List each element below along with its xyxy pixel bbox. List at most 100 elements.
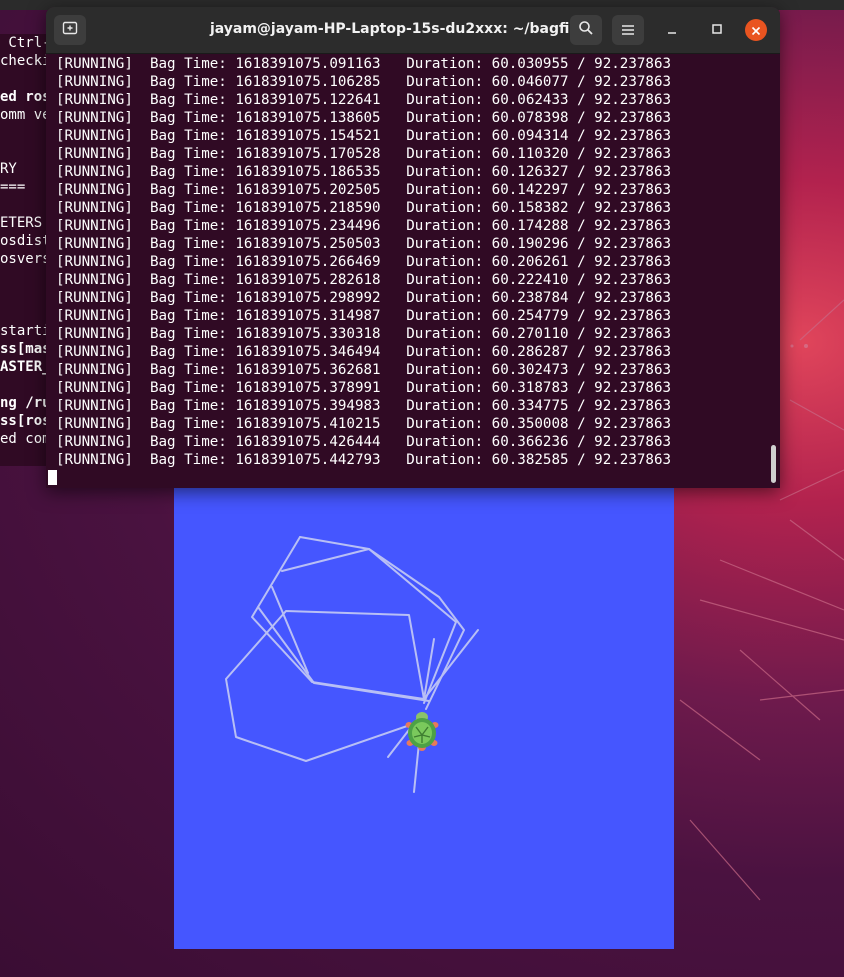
status-text: [RUNNING] <box>56 326 133 342</box>
duration-label: Duration: <box>406 110 484 126</box>
maximize-icon <box>711 23 723 39</box>
terminal-line: [RUNNING] Bag Time: 1618391075.442793 Du… <box>56 451 756 469</box>
duration-label: Duration: <box>406 200 484 216</box>
bag-time-value: 1618391075.266469 <box>235 254 381 270</box>
close-icon <box>751 21 761 40</box>
bag-time-label: Bag Time: <box>149 128 227 144</box>
bag-time-value: 1618391075.186535 <box>235 164 381 180</box>
duration-label: Duration: <box>406 254 484 270</box>
bag-time-value: 1618391075.282618 <box>235 272 381 288</box>
terminal-line: [RUNNING] Bag Time: 1618391075.234496 Du… <box>56 217 756 235</box>
terminal-line: [RUNNING] Bag Time: 1618391075.426444 Du… <box>56 433 756 451</box>
status-text: [RUNNING] <box>56 74 133 90</box>
bag-time-label: Bag Time: <box>149 164 227 180</box>
bag-time-label: Bag Time: <box>149 416 227 432</box>
new-tab-button[interactable] <box>54 15 86 45</box>
bag-time-label: Bag Time: <box>149 362 227 378</box>
status-text: [RUNNING] <box>56 398 133 414</box>
minimize-button[interactable] <box>661 20 683 42</box>
duration-value: 60.158382 / 92.237863 <box>491 200 672 216</box>
terminal-cursor <box>48 470 57 485</box>
bag-time-value: 1618391075.234496 <box>235 218 381 234</box>
bag-time-value: 1618391075.378991 <box>235 380 381 396</box>
duration-label: Duration: <box>406 434 484 450</box>
duration-label: Duration: <box>406 344 484 360</box>
bag-time-value: 1618391075.250503 <box>235 236 381 252</box>
bag-time-value: 1618391075.091163 <box>235 56 381 72</box>
duration-value: 60.238784 / 92.237863 <box>491 290 672 306</box>
duration-value: 60.030955 / 92.237863 <box>491 56 672 72</box>
duration-label: Duration: <box>406 56 484 72</box>
maximize-button[interactable] <box>706 20 728 42</box>
turtle-trajectory <box>225 536 479 793</box>
terminal-line: [RUNNING] Bag Time: 1618391075.362681 Du… <box>56 361 756 379</box>
bag-time-label: Bag Time: <box>149 218 227 234</box>
bag-time-value: 1618391075.426444 <box>235 434 381 450</box>
status-text: [RUNNING] <box>56 362 133 378</box>
duration-value: 60.174288 / 92.237863 <box>491 218 672 234</box>
terminal-line: [RUNNING] Bag Time: 1618391075.314987 Du… <box>56 307 756 325</box>
status-text: [RUNNING] <box>56 434 133 450</box>
duration-label: Duration: <box>406 164 484 180</box>
terminal-line: [RUNNING] Bag Time: 1618391075.378991 Du… <box>56 379 756 397</box>
terminal-titlebar[interactable]: jayam@jayam-HP-Laptop-15s-du2xxx: ~/bagf… <box>46 7 780 54</box>
status-text: [RUNNING] <box>56 128 133 144</box>
bag-time-label: Bag Time: <box>149 380 227 396</box>
menu-button[interactable] <box>612 15 644 45</box>
duration-label: Duration: <box>406 236 484 252</box>
terminal-line: [RUNNING] Bag Time: 1618391075.202505 Du… <box>56 181 756 199</box>
duration-value: 60.334775 / 92.237863 <box>491 398 672 414</box>
turtlesim-window[interactable] <box>174 487 674 949</box>
bag-time-value: 1618391075.122641 <box>235 92 381 108</box>
status-text: [RUNNING] <box>56 308 133 324</box>
status-text: [RUNNING] <box>56 344 133 360</box>
bag-time-label: Bag Time: <box>149 92 227 108</box>
window-title: jayam@jayam-HP-Laptop-15s-du2xxx: ~/bagf… <box>209 21 593 37</box>
bag-time-value: 1618391075.202505 <box>235 182 381 198</box>
duration-label: Duration: <box>406 290 484 306</box>
bag-time-label: Bag Time: <box>149 326 227 342</box>
status-text: [RUNNING] <box>56 56 133 72</box>
bag-time-value: 1618391075.138605 <box>235 110 381 126</box>
status-text: [RUNNING] <box>56 182 133 198</box>
duration-label: Duration: <box>406 128 484 144</box>
bag-time-value: 1618391075.218590 <box>235 200 381 216</box>
bag-time-value: 1618391075.314987 <box>235 308 381 324</box>
minimize-icon <box>666 23 678 39</box>
status-text: [RUNNING] <box>56 272 133 288</box>
terminal-output[interactable]: [RUNNING] Bag Time: 1618391075.091163 Du… <box>56 55 756 485</box>
duration-label: Duration: <box>406 326 484 342</box>
terminal-line: [RUNNING] Bag Time: 1618391075.298992 Du… <box>56 289 756 307</box>
duration-label: Duration: <box>406 218 484 234</box>
search-button[interactable] <box>570 15 602 45</box>
status-text: [RUNNING] <box>56 452 133 468</box>
duration-value: 60.382585 / 92.237863 <box>491 452 672 468</box>
duration-label: Duration: <box>406 74 484 90</box>
status-text: [RUNNING] <box>56 290 133 306</box>
terminal-line: [RUNNING] Bag Time: 1618391075.122641 Du… <box>56 91 756 109</box>
terminal-line: [RUNNING] Bag Time: 1618391075.106285 Du… <box>56 73 756 91</box>
bag-time-label: Bag Time: <box>149 272 227 288</box>
terminal-line: [RUNNING] Bag Time: 1618391075.091163 Du… <box>56 55 756 73</box>
duration-value: 60.222410 / 92.237863 <box>491 272 672 288</box>
close-button[interactable] <box>745 19 767 41</box>
bag-time-label: Bag Time: <box>149 398 227 414</box>
status-text: [RUNNING] <box>56 416 133 432</box>
terminal-line: [RUNNING] Bag Time: 1618391075.346494 Du… <box>56 343 756 361</box>
terminal-scrollbar[interactable] <box>771 445 776 483</box>
bag-time-label: Bag Time: <box>149 344 227 360</box>
terminal-window[interactable]: jayam@jayam-HP-Laptop-15s-du2xxx: ~/bagf… <box>46 7 780 488</box>
bag-time-label: Bag Time: <box>149 452 227 468</box>
duration-value: 60.078398 / 92.237863 <box>491 110 672 126</box>
bag-time-label: Bag Time: <box>149 110 227 126</box>
bag-time-value: 1618391075.330318 <box>235 326 381 342</box>
status-text: [RUNNING] <box>56 92 133 108</box>
duration-label: Duration: <box>406 380 484 396</box>
bag-time-label: Bag Time: <box>149 236 227 252</box>
bag-time-label: Bag Time: <box>149 146 227 162</box>
bag-time-label: Bag Time: <box>149 254 227 270</box>
bag-time-value: 1618391075.442793 <box>235 452 381 468</box>
status-text: [RUNNING] <box>56 164 133 180</box>
terminal-line: [RUNNING] Bag Time: 1618391075.138605 Du… <box>56 109 756 127</box>
duration-value: 60.302473 / 92.237863 <box>491 362 672 378</box>
